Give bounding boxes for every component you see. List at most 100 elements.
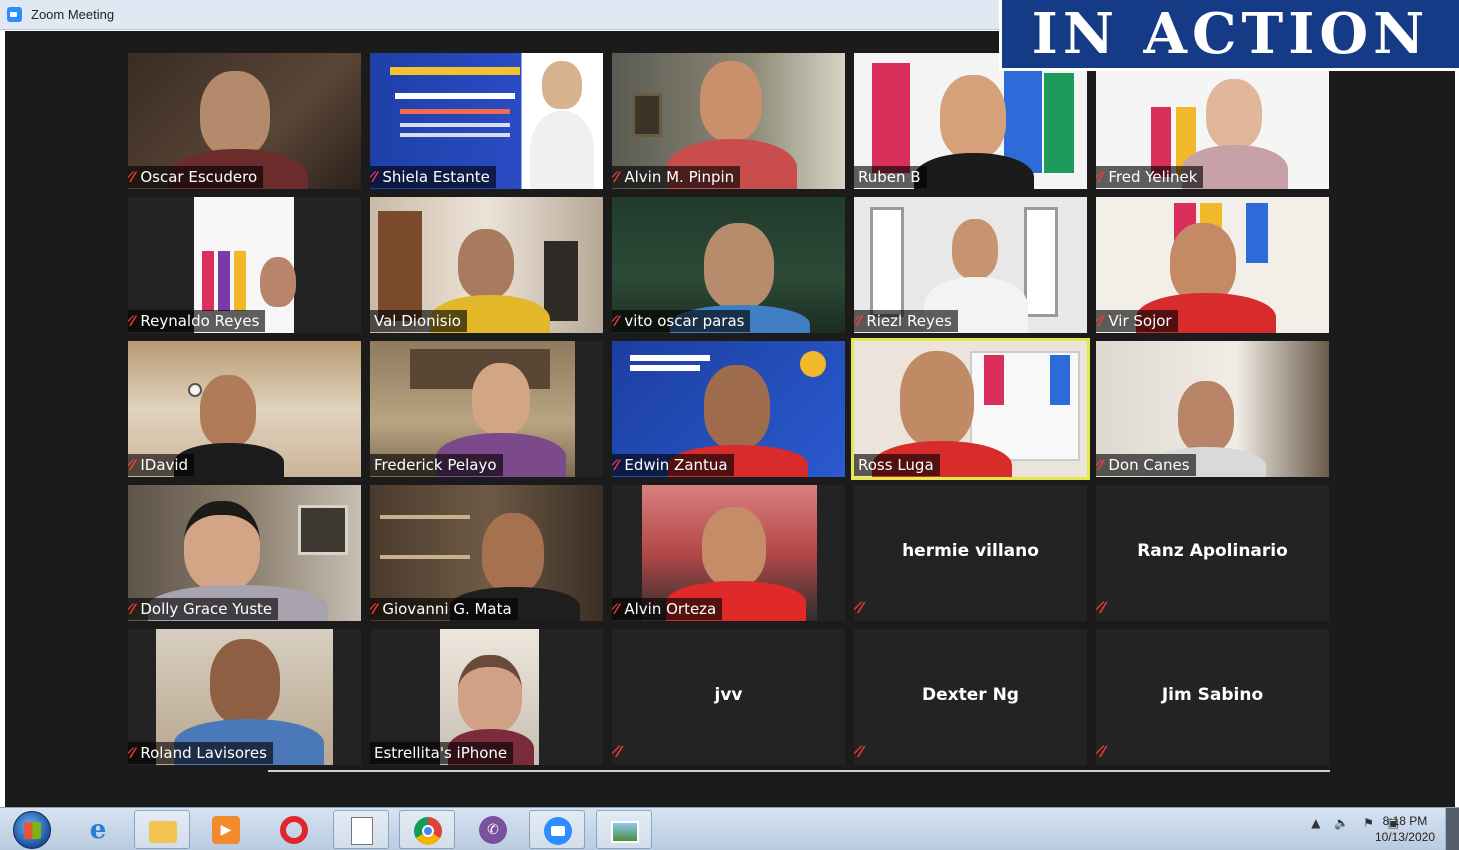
participant-tile[interactable]: ⁄̸ Reynaldo Reyes: [128, 197, 361, 333]
muted-mic-icon: ⁄̸: [132, 458, 135, 474]
volume-icon[interactable]: 🔈: [1334, 816, 1349, 830]
action-center-flag-icon[interactable]: ⚑: [1363, 816, 1374, 830]
media-player-button[interactable]: ▶: [198, 810, 254, 849]
participant-name: hermie villano: [902, 541, 1039, 561]
muted-mic-icon: ⁄̸: [132, 602, 135, 618]
muted-mic-icon: ⁄̸: [132, 746, 135, 762]
chrome-icon: [414, 817, 442, 845]
show-desktop-button[interactable]: [1445, 808, 1459, 850]
participant-name-label: ⁄̸ Fred Yelinek: [1096, 166, 1204, 188]
muted-mic-icon: ⁄̸: [860, 743, 863, 761]
zoom-app-icon: [7, 7, 22, 22]
participant-name: Alvin M. Pinpin: [624, 168, 735, 186]
muted-mic-icon: ⁄̸: [1100, 170, 1103, 186]
participant-name: Fred Yelinek: [1108, 168, 1198, 186]
muted-mic-icon: ⁄̸: [860, 599, 863, 617]
participant-name: Riezl Reyes: [866, 312, 952, 330]
participant-tile[interactable]: Dexter Ng ⁄̸: [854, 629, 1087, 765]
participant-tile[interactable]: Estrellita's iPhone: [370, 629, 603, 765]
participant-name-label: Ross Luga: [854, 454, 940, 476]
participant-tile[interactable]: ⁄̸ IDavid: [128, 341, 361, 477]
participant-name: Ranz Apolinario: [1137, 541, 1288, 561]
notepad-button[interactable]: [333, 810, 389, 849]
file-explorer-button[interactable]: [134, 810, 190, 849]
participant-tile[interactable]: ⁄̸ Fred Yelinek: [1096, 53, 1329, 189]
participant-name-label: ⁄̸ Edwin Zantua: [612, 454, 734, 476]
participant-name-label: ⁄̸ Roland Lavisores: [128, 742, 273, 764]
clock-date: 10/13/2020: [1374, 830, 1435, 844]
participant-name-label: ⁄̸ Giovanni G. Mata: [370, 598, 518, 620]
photos-icon: [611, 821, 639, 843]
photos-button[interactable]: [596, 810, 652, 849]
participant-tile[interactable]: ⁄̸ Shiela Estante: [370, 53, 603, 189]
participant-name-label: Ruben B: [854, 166, 927, 188]
participant-name-label: ⁄̸ Dolly Grace Yuste: [128, 598, 279, 620]
participant-name: Val Dionisio: [374, 312, 461, 330]
muted-mic-icon: ⁄̸: [1100, 458, 1103, 474]
show-hidden-icons-icon[interactable]: ▲: [1311, 816, 1320, 830]
participant-name: Alvin Orteza: [624, 600, 717, 618]
media-player-icon: ▶: [212, 816, 240, 844]
start-button[interactable]: [13, 811, 51, 849]
muted-mic-icon: ⁄̸: [616, 458, 619, 474]
participant-name-label: ⁄̸ Oscar Escudero: [128, 166, 264, 188]
participant-tile[interactable]: ⁄̸ Alvin M. Pinpin: [612, 53, 845, 189]
participant-tile[interactable]: ⁄̸ Riezl Reyes: [854, 197, 1087, 333]
participant-name: Edwin Zantua: [624, 456, 728, 474]
participant-tile[interactable]: ⁄̸ Vir Sojor: [1096, 197, 1329, 333]
gallery-view: ⁄̸ Oscar Escudero ⁄̸ Shiela Estante ⁄̸ Alvi…: [5, 31, 1455, 807]
participant-name: Oscar Escudero: [140, 168, 258, 186]
viber-button[interactable]: ✆: [465, 810, 521, 849]
desktop-screen: Zoom Meeting ⁄̸ Oscar Escudero ⁄̸ Shiela E…: [0, 0, 1459, 850]
participant-tile[interactable]: Val Dionisio: [370, 197, 603, 333]
zoom-icon: [544, 817, 572, 845]
muted-mic-icon: ⁄̸: [618, 743, 621, 761]
muted-mic-icon: ⁄̸: [616, 170, 619, 186]
participant-tile[interactable]: ⁄̸ vito oscar paras: [612, 197, 845, 333]
windows-taskbar: e ▶ ✆ ▲ 🔈 ⚑ ▣ 8:18 PM 10/13/2020: [0, 807, 1459, 850]
participant-tile-active-speaker[interactable]: Ross Luga: [851, 338, 1090, 480]
participant-tile[interactable]: Ruben B: [854, 53, 1087, 189]
opera-button[interactable]: [266, 810, 322, 849]
participant-tile[interactable]: hermie villano ⁄̸: [854, 485, 1087, 621]
internet-explorer-button[interactable]: e: [70, 810, 126, 849]
participant-name: Giovanni G. Mata: [382, 600, 512, 618]
chrome-button[interactable]: [399, 810, 455, 849]
participant-tile[interactable]: ⁄̸ Don Canes: [1096, 341, 1329, 477]
participant-tile[interactable]: Ranz Apolinario ⁄̸: [1096, 485, 1329, 621]
window-title: Zoom Meeting: [31, 7, 115, 22]
notepad-icon: [351, 817, 373, 845]
participant-name-label: ⁄̸ Alvin Orteza: [612, 598, 723, 620]
muted-mic-icon: ⁄̸: [1102, 599, 1105, 617]
taskbar-clock[interactable]: 8:18 PM 10/13/2020: [1375, 813, 1435, 845]
participant-tile[interactable]: Jim Sabino ⁄̸: [1096, 629, 1329, 765]
muted-mic-icon: ⁄̸: [1102, 743, 1105, 761]
participant-tile[interactable]: ⁄̸ Alvin Orteza: [612, 485, 845, 621]
participant-name: Frederick Pelayo: [374, 456, 497, 474]
zoom-button[interactable]: [529, 810, 585, 849]
muted-mic-icon: ⁄̸: [1100, 314, 1103, 330]
participant-name: Dexter Ng: [922, 685, 1019, 705]
muted-mic-icon: ⁄̸: [858, 314, 861, 330]
muted-mic-icon: ⁄̸: [374, 170, 377, 186]
participant-name-label: ⁄̸ vito oscar paras: [612, 310, 751, 332]
participant-name: Dolly Grace Yuste: [140, 600, 273, 618]
participant-name: Jim Sabino: [1161, 685, 1264, 705]
participant-tile[interactable]: ⁄̸ Oscar Escudero: [128, 53, 361, 189]
participant-tile[interactable]: ⁄̸ Dolly Grace Yuste: [128, 485, 361, 621]
participant-tile[interactable]: ⁄̸ Roland Lavisores: [128, 629, 361, 765]
in-action-banner: IN ACTION: [999, 0, 1459, 71]
internet-explorer-icon: e: [89, 815, 107, 845]
participant-name: Ross Luga: [858, 456, 934, 474]
participant-tile[interactable]: Frederick Pelayo: [370, 341, 603, 477]
participant-name-label: ⁄̸ Don Canes: [1096, 454, 1196, 476]
participant-name: IDavid: [140, 456, 189, 474]
participant-name-label: ⁄̸ IDavid: [128, 454, 195, 476]
participant-name-label: ⁄̸ Riezl Reyes: [854, 310, 958, 332]
participant-tile[interactable]: ⁄̸ Edwin Zantua: [612, 341, 845, 477]
viber-icon: ✆: [479, 816, 507, 844]
muted-mic-icon: ⁄̸: [616, 602, 619, 618]
participant-name-label: ⁄̸ Vir Sojor: [1096, 310, 1178, 332]
participant-tile[interactable]: jvv ⁄̸: [612, 629, 845, 765]
participant-tile[interactable]: ⁄̸ Giovanni G. Mata: [370, 485, 603, 621]
